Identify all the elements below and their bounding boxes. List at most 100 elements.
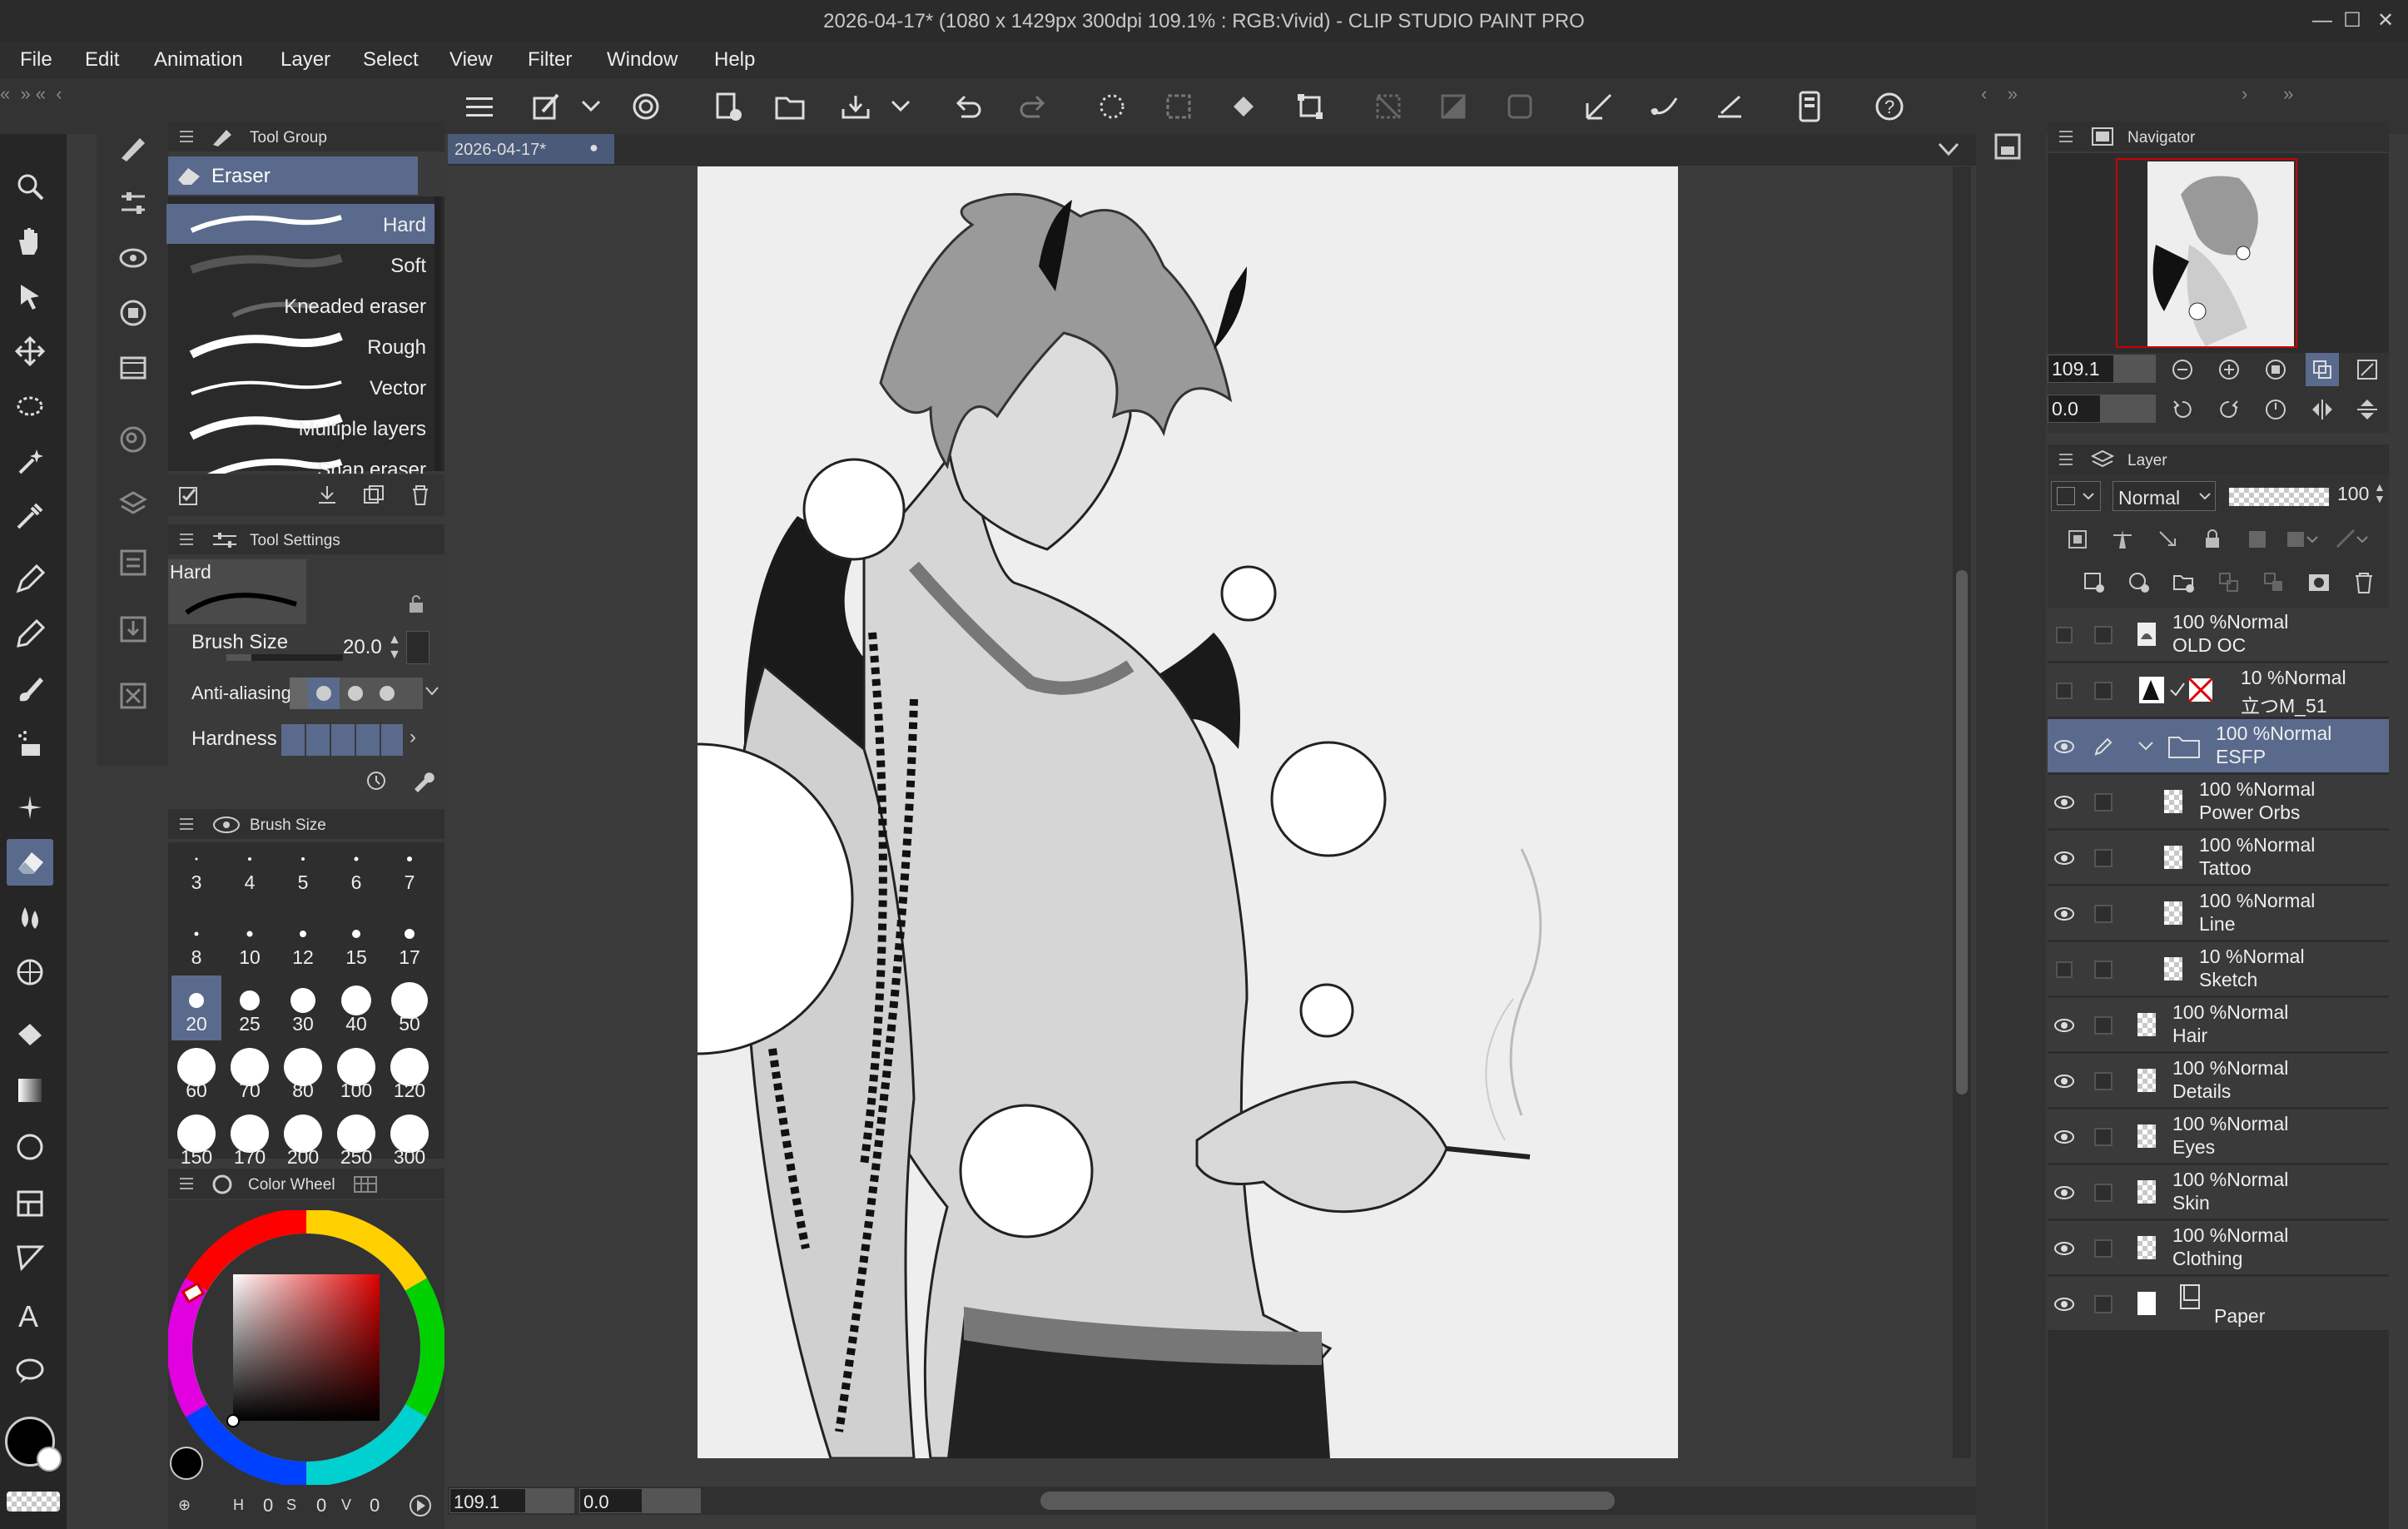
layer-visibility-eye-icon[interactable]	[2050, 719, 2078, 774]
brush-size-icon[interactable]	[110, 235, 156, 281]
color-wheel[interactable]	[168, 1210, 444, 1485]
menu-help[interactable]: Help	[714, 48, 755, 72]
brush-hard[interactable]: Hard	[166, 204, 434, 244]
brush-size-option-80[interactable]: 80	[278, 1042, 328, 1107]
brush-snap-eraser[interactable]: Snap eraser	[166, 449, 434, 474]
vertical-scrollbar[interactable]	[1953, 166, 1971, 1458]
opacity-slider[interactable]	[2229, 488, 2329, 506]
delete-layer-icon[interactable]	[2347, 566, 2381, 599]
frame-icon[interactable]	[7, 1180, 53, 1227]
clip-layer-icon[interactable]	[2151, 523, 2184, 556]
layer-visibility-eye-icon[interactable]	[2050, 1110, 2078, 1164]
hardness-slider[interactable]	[281, 724, 403, 756]
right-collapse-arrows[interactable]: ‹ » › »	[1981, 83, 2397, 108]
brush-size-option-20[interactable]: 20	[171, 975, 221, 1040]
move-icon[interactable]	[7, 328, 53, 375]
menu-layer[interactable]: Layer	[281, 48, 330, 72]
wheel-main-color[interactable]	[170, 1447, 203, 1480]
menu-icon[interactable]	[456, 83, 503, 130]
layer-edit-pen-icon[interactable]	[2094, 737, 2113, 756]
balloon-icon[interactable]	[7, 1348, 53, 1395]
brush-icon[interactable]	[7, 666, 53, 712]
brush-size-option-50[interactable]: 50	[385, 975, 434, 1040]
brush-size-option-25[interactable]: 25	[225, 975, 275, 1040]
layer-visibility-eye-icon[interactable]	[2050, 998, 2078, 1053]
menu-view[interactable]: View	[449, 48, 493, 72]
brush-size-slider[interactable]	[226, 654, 343, 661]
blend-icon[interactable]	[7, 894, 53, 941]
rotate-left-icon[interactable]	[2166, 393, 2199, 426]
layer-visibility-eye-icon[interactable]	[2050, 942, 2078, 997]
rotate-right-icon[interactable]	[2212, 393, 2246, 426]
pencil-icon[interactable]	[7, 611, 53, 658]
sub-color-swatch[interactable]	[37, 1447, 62, 1472]
document-tab[interactable]: 2026-04-17* ●	[448, 134, 614, 164]
new-vector-layer-icon[interactable]	[2123, 566, 2156, 599]
navigator-zoom-field[interactable]: 109.1	[2048, 355, 2114, 383]
new-file-icon[interactable]	[704, 83, 751, 130]
lock-layer-icon[interactable]	[2196, 523, 2229, 556]
transfer-down-icon[interactable]	[2212, 566, 2246, 599]
brush-size-option-120[interactable]: 120	[385, 1042, 434, 1107]
folder-expand-chevron-icon[interactable]	[2136, 736, 2156, 756]
text-icon[interactable]: A	[7, 1292, 53, 1338]
fit-to-window-icon[interactable]	[2306, 353, 2339, 386]
navigator-angle-slider[interactable]	[2101, 395, 2156, 423]
brush-size-option-3[interactable]: 3	[171, 834, 221, 899]
ruler-pen-icon[interactable]	[1576, 83, 1622, 130]
object-select-icon[interactable]	[7, 273, 53, 320]
layer-visibility-eye-icon[interactable]	[2050, 608, 2078, 663]
rotation-field[interactable]: 0.0	[579, 1488, 643, 1513]
brush-size-option-8[interactable]: 8	[171, 909, 221, 974]
brush-size-value[interactable]: 20.0	[343, 636, 382, 659]
new-folder-icon[interactable]	[2167, 566, 2201, 599]
save-icon[interactable]	[832, 83, 879, 130]
new-raster-layer-icon[interactable]	[2078, 566, 2111, 599]
navigator-toggle-icon[interactable]	[1984, 123, 2031, 170]
brush-list-scrollbar[interactable]	[434, 196, 441, 471]
brush-size-option-7[interactable]: 7	[385, 834, 434, 899]
minimize-button[interactable]: —	[2306, 7, 2339, 35]
actual-size-icon[interactable]	[2259, 353, 2292, 386]
save-dropdown-icon[interactable]	[884, 83, 917, 130]
zoom-in-icon[interactable]	[2212, 353, 2246, 386]
fill-icon[interactable]	[1220, 83, 1267, 130]
layer-edit-checkbox[interactable]	[2094, 793, 2113, 812]
eyedropper-icon[interactable]	[7, 493, 53, 539]
opacity-spinner-icon[interactable]: ▲ ▼	[2374, 481, 2386, 504]
lasso-select-icon[interactable]	[7, 383, 53, 429]
reference-layer-icon[interactable]	[2061, 523, 2094, 556]
fit-navigator-icon[interactable]	[2351, 353, 2384, 386]
hand-icon[interactable]	[7, 218, 53, 265]
zoom-field[interactable]: 109.1	[449, 1488, 526, 1513]
navigator-angle-field[interactable]: 0.0	[2048, 395, 2101, 423]
brush-size-option-200[interactable]: 200	[278, 1109, 328, 1174]
layer-edit-checkbox[interactable]	[2094, 1128, 2113, 1146]
menu-window[interactable]: Window	[607, 48, 678, 72]
chevron-right-icon[interactable]: ›	[410, 726, 416, 749]
layer-visibility-eye-icon[interactable]	[2050, 1165, 2078, 1220]
chevron-down-icon[interactable]	[574, 83, 608, 130]
transparent-color-swatch[interactable]	[7, 1492, 60, 1512]
brush-size-option-170[interactable]: 170	[225, 1109, 275, 1174]
airbrush-icon[interactable]	[7, 721, 53, 767]
layer-visibility-eye-icon[interactable]	[2050, 886, 2078, 941]
close-button[interactable]: ✕	[2369, 7, 2402, 35]
rotation-slider[interactable]	[643, 1488, 701, 1513]
merge-down-icon[interactable]	[2257, 566, 2291, 599]
search-material-icon[interactable]	[110, 416, 156, 463]
eraser-icon[interactable]	[7, 839, 53, 886]
import-icon[interactable]	[110, 606, 156, 653]
pen-ruler-icon[interactable]	[1706, 83, 1753, 130]
layer-mask-icon[interactable]	[2302, 566, 2336, 599]
layer-visibility-eye-icon[interactable]	[2050, 1277, 2078, 1332]
shape-icon[interactable]	[7, 1124, 53, 1170]
brush-size-option-250[interactable]: 250	[331, 1109, 381, 1174]
mask-toggle-icon[interactable]	[2286, 523, 2319, 556]
brush-settings-icon[interactable]	[110, 125, 156, 171]
spiral-icon[interactable]	[623, 83, 669, 130]
brush-size-option-70[interactable]: 70	[225, 1042, 275, 1107]
redo-icon[interactable]	[1010, 83, 1056, 130]
active-tool-eraser[interactable]: Eraser	[168, 156, 418, 195]
brush-soft[interactable]: Soft	[166, 245, 434, 285]
